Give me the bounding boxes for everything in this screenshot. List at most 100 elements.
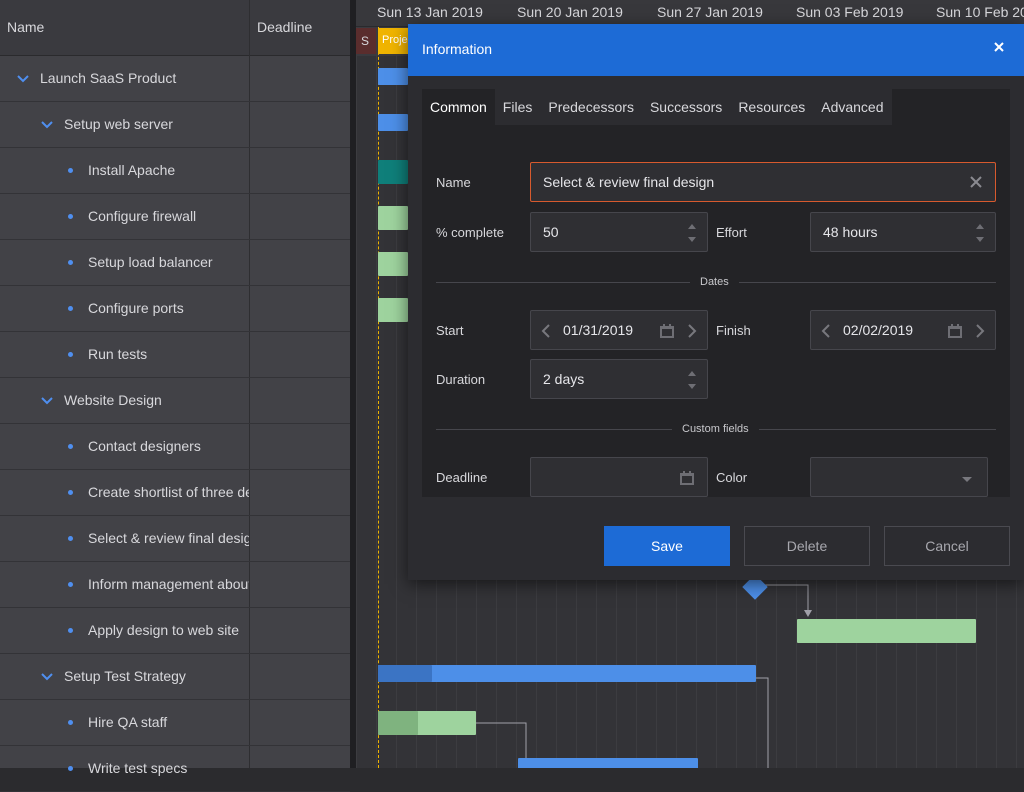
- chevron-right-icon[interactable]: [683, 323, 699, 339]
- chevron-down-icon[interactable]: [40, 669, 54, 683]
- bullet-icon: [68, 720, 73, 725]
- calendar-icon[interactable]: [659, 323, 675, 339]
- bullet-icon: [68, 766, 73, 771]
- bullet-icon: [68, 352, 73, 357]
- color-picker[interactable]: [810, 457, 988, 497]
- table-row[interactable]: Setup load balancer: [0, 240, 350, 286]
- task-name: Select & review final desigr: [88, 530, 249, 546]
- percent-complete-label: % complete: [436, 225, 504, 240]
- spinner-icon[interactable]: [687, 221, 697, 245]
- bullet-icon: [68, 582, 73, 587]
- cancel-button[interactable]: Cancel: [884, 526, 1010, 566]
- chevron-left-icon[interactable]: [819, 323, 835, 339]
- table-row[interactable]: Configure ports: [0, 286, 350, 332]
- bullet-icon: [68, 260, 73, 265]
- save-button[interactable]: Save: [604, 526, 730, 566]
- deadline-date-field[interactable]: [530, 457, 708, 497]
- percent-complete-field[interactable]: 50: [530, 212, 708, 252]
- column-header-deadline[interactable]: Deadline: [257, 19, 312, 35]
- tab-bar: Common Files Predecessors Successors Res…: [422, 89, 892, 125]
- task-name: Inform management about: [88, 576, 249, 592]
- chevron-down-icon[interactable]: [40, 393, 54, 407]
- table-row[interactable]: Configure firewall: [0, 194, 350, 240]
- task-bar[interactable]: [797, 619, 976, 643]
- clear-icon[interactable]: [969, 175, 985, 191]
- start-date-value: 01/31/2019: [563, 322, 634, 338]
- table-row[interactable]: Run tests: [0, 332, 350, 378]
- effort-field[interactable]: 48 hours: [810, 212, 996, 252]
- tab-advanced[interactable]: Advanced: [813, 89, 891, 125]
- tab-predecessors[interactable]: Predecessors: [540, 89, 642, 125]
- table-row[interactable]: Setup web server: [0, 102, 350, 148]
- task-progress: [378, 665, 432, 682]
- tab-resources[interactable]: Resources: [730, 89, 813, 125]
- tab-common[interactable]: Common: [422, 89, 495, 125]
- task-bar[interactable]: [378, 665, 756, 682]
- dialog-header: Information: [408, 24, 1024, 76]
- calendar-icon[interactable]: [679, 470, 695, 486]
- table-row[interactable]: Hire QA staff: [0, 700, 350, 746]
- chevron-down-icon[interactable]: [40, 117, 54, 131]
- color-label: Color: [716, 470, 748, 485]
- finish-date-field[interactable]: 02/02/2019: [810, 310, 996, 350]
- task-editor-dialog: Information Common Files Predecessors Su…: [408, 24, 1024, 580]
- dialog-title: Information: [422, 41, 493, 57]
- table-row[interactable]: Contact designers: [0, 424, 350, 470]
- table-row[interactable]: Create shortlist of three de: [0, 470, 350, 516]
- gantt-app: Name Deadline Launch SaaS Product Setup w…: [0, 0, 1024, 792]
- effort-label: Effort: [716, 225, 747, 240]
- spinner-icon[interactable]: [975, 221, 985, 245]
- task-name: Configure firewall: [88, 208, 197, 224]
- delete-button[interactable]: Delete: [744, 526, 870, 566]
- table-row[interactable]: Select & review final desigr: [0, 516, 350, 562]
- deadline-label: Deadline: [436, 470, 488, 485]
- task-name: Launch SaaS Product: [40, 70, 177, 86]
- finish-date-value: 02/02/2019: [843, 322, 914, 338]
- bullet-icon: [68, 306, 73, 311]
- name-field[interactable]: Select & review final design: [530, 162, 996, 202]
- task-name: Write test specs: [88, 760, 188, 776]
- tab-files[interactable]: Files: [495, 89, 541, 125]
- table-row[interactable]: Inform management about: [0, 562, 350, 608]
- table-row[interactable]: Install Apache: [0, 148, 350, 194]
- task-name: Configure ports: [88, 300, 184, 316]
- task-name: Apply design to web site: [88, 622, 239, 638]
- table-row[interactable]: Launch SaaS Product: [0, 56, 350, 102]
- duration-field[interactable]: 2 days: [530, 359, 708, 399]
- table-row[interactable]: Write test specs: [0, 746, 350, 792]
- bullet-icon: [68, 168, 73, 173]
- close-icon[interactable]: [992, 40, 1006, 54]
- chevron-right-icon[interactable]: [971, 323, 987, 339]
- column-header-name[interactable]: Name: [7, 19, 44, 35]
- percent-complete-value: 50: [543, 224, 559, 240]
- task-bar[interactable]: [518, 758, 698, 768]
- start-date-field[interactable]: 01/31/2019: [530, 310, 708, 350]
- task-name: Contact designers: [88, 438, 201, 454]
- task-rows: Launch SaaS Product Setup web server Insta…: [0, 56, 350, 792]
- dialog-panel: Common Files Predecessors Successors Res…: [422, 89, 1010, 497]
- duration-value: 2 days: [543, 371, 585, 387]
- name-value: Select & review final design: [543, 174, 715, 190]
- bullet-icon: [68, 490, 73, 495]
- grid-header: Name Deadline: [0, 0, 350, 56]
- task-name: Setup Test Strategy: [64, 668, 186, 684]
- table-row[interactable]: Website Design: [0, 378, 350, 424]
- task-name: Website Design: [64, 392, 162, 408]
- name-label: Name: [436, 175, 471, 190]
- task-name: Hire QA staff: [88, 714, 168, 730]
- chevron-left-icon[interactable]: [539, 323, 555, 339]
- task-progress: [378, 711, 418, 735]
- task-name: Run tests: [88, 346, 148, 362]
- chevron-down-icon[interactable]: [16, 71, 30, 85]
- calendar-icon[interactable]: [947, 323, 963, 339]
- chevron-down-icon[interactable]: [961, 472, 977, 488]
- duration-label: Duration: [436, 372, 486, 387]
- bullet-icon: [68, 536, 73, 541]
- spinner-icon[interactable]: [687, 368, 697, 392]
- table-row[interactable]: Apply design to web site: [0, 608, 350, 654]
- table-row[interactable]: Setup Test Strategy: [0, 654, 350, 700]
- custom-fields-section-title: Custom fields: [672, 423, 759, 435]
- task-name: Setup load balancer: [88, 254, 213, 270]
- bullet-icon: [68, 444, 73, 449]
- tab-successors[interactable]: Successors: [642, 89, 730, 125]
